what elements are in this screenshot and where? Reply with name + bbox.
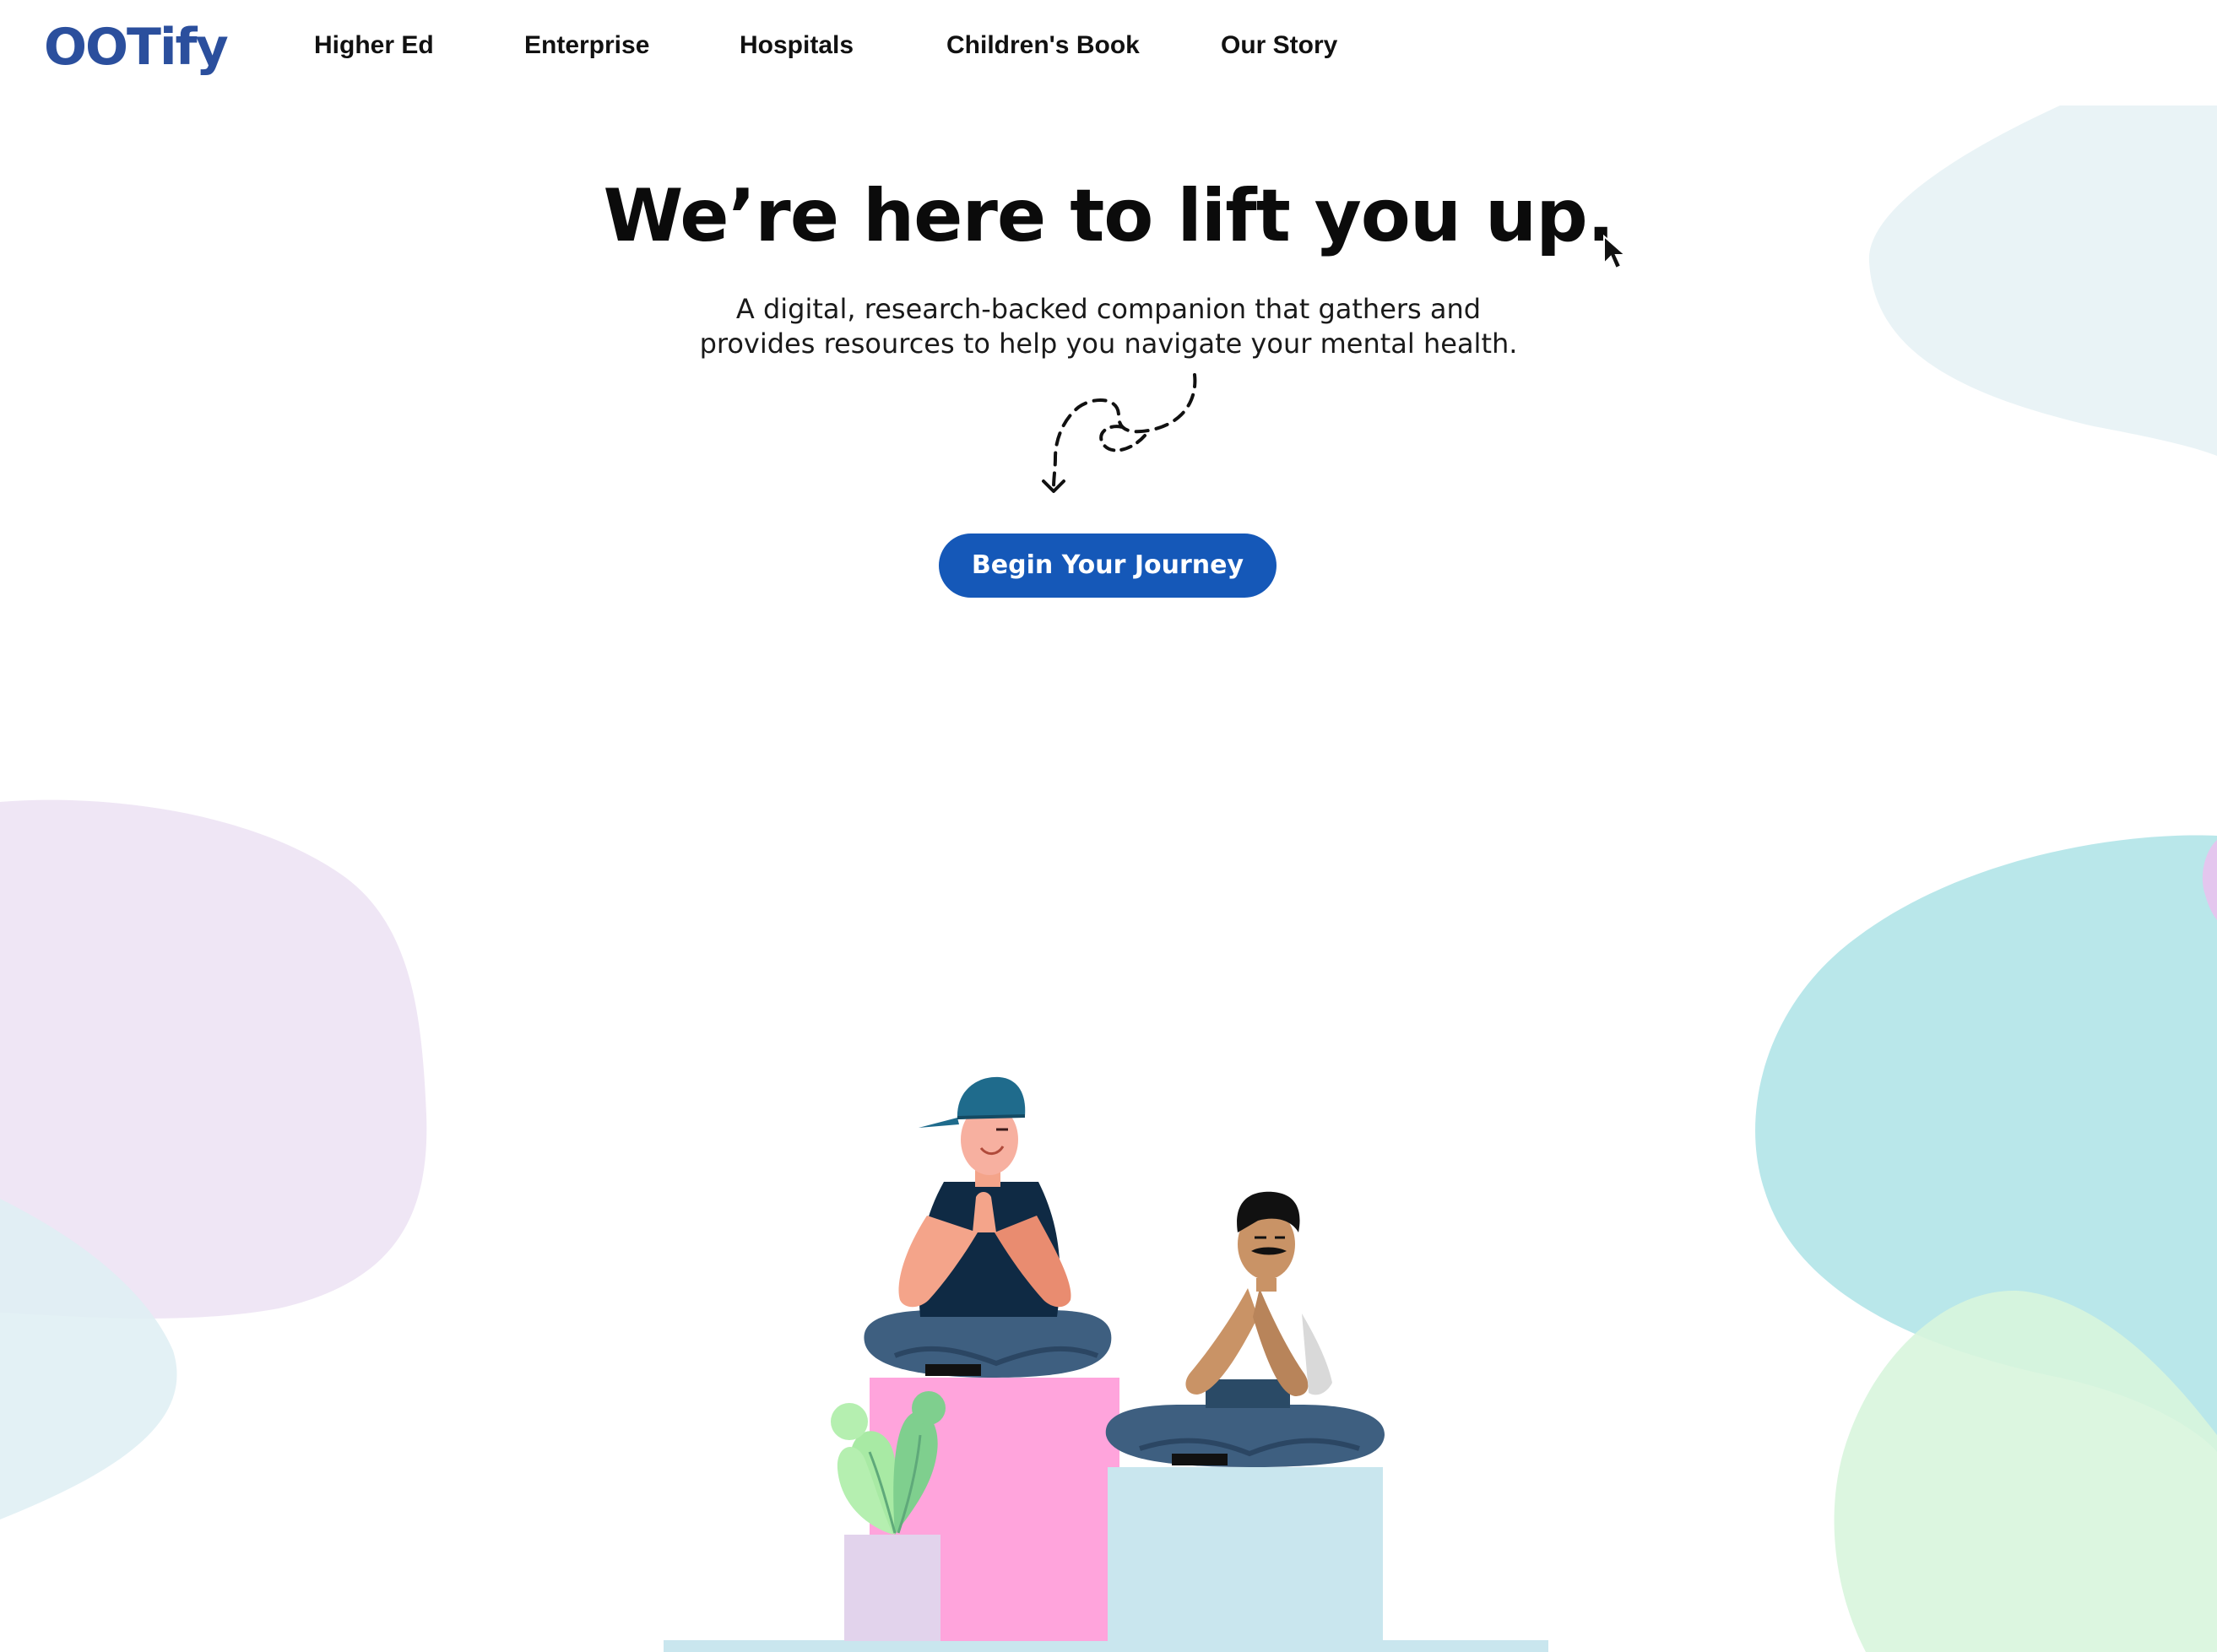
blue-pedestal [1108,1467,1383,1641]
nav-link-childrens-book[interactable]: Children's Book [946,29,1140,62]
hero-subtitle-line-1: A digital, research-backed companion tha… [735,293,1482,325]
begin-journey-button[interactable]: Begin Your Journey [939,534,1277,598]
nav-link-our-story[interactable]: Our Story [1221,29,1337,62]
nav-link-enterprise[interactable]: Enterprise [524,29,649,62]
nav-link-higher-ed[interactable]: Higher Ed [314,29,434,62]
hero-subtitle: A digital, research-backed companion tha… [602,292,1615,361]
hero-subtitle-line-2: provides resources to help you navigate … [699,328,1518,360]
hero-title: We’re here to lift you up. [603,174,1614,258]
main-nav: OOTify Higher Ed Enterprise Hospitals Ch… [0,0,2217,95]
nav-link-hospitals[interactable]: Hospitals [740,29,854,62]
floor-slab [664,1640,1548,1652]
mouse-cursor-icon [1603,235,1628,270]
meditating-people-illustration [664,1076,1548,1652]
person-with-cap [864,1076,1112,1378]
plant-pot [844,1535,940,1641]
person-with-mustache [1105,1191,1385,1467]
blob-top-right [1868,106,2217,456]
ootify-logo[interactable]: OOTify [44,12,229,83]
dashed-loop-arrow-icon [1042,373,1197,493]
page: OOTify Higher Ed Enterprise Hospitals Ch… [0,0,2217,1652]
